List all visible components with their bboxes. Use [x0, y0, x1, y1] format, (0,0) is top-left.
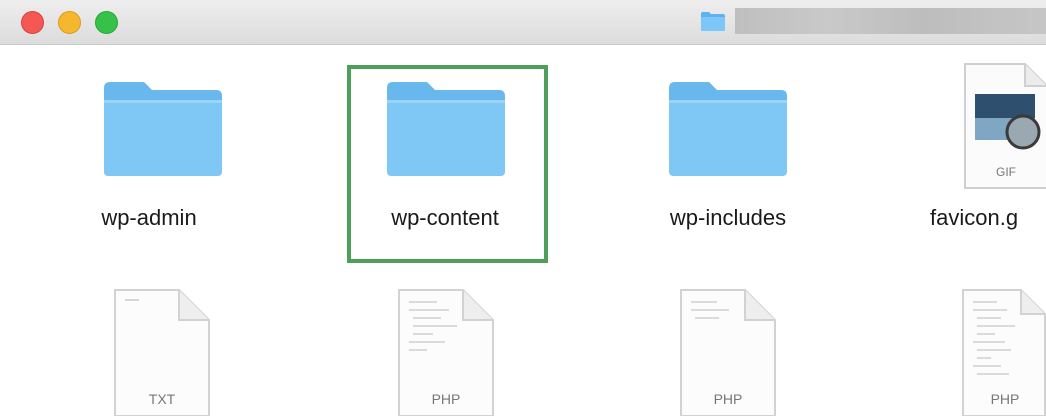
folder-icon: [701, 12, 725, 31]
file-name: wp-includes: [669, 205, 787, 230]
selection-highlight: [347, 65, 548, 263]
php-file-icon[interactable]: PHP: [679, 288, 777, 416]
finder-window: wp-admin wp-content wp-includes GIF favi…: [0, 0, 1046, 416]
file-type-label: PHP: [714, 391, 743, 407]
close-button[interactable]: [21, 11, 44, 34]
php-file-icon[interactable]: PHP: [397, 288, 495, 416]
file-name: favicon.g: [930, 205, 1019, 230]
php-file-icon[interactable]: PHP: [961, 288, 1046, 416]
window-titlebar: [0, 0, 1046, 45]
maximize-button[interactable]: [95, 11, 118, 34]
minimize-button[interactable]: [58, 11, 81, 34]
folder-icon: [104, 82, 222, 176]
txt-file-icon[interactable]: TXT: [113, 288, 211, 416]
gif-image-icon: GIF: [964, 63, 1046, 189]
file-type-label: PHP: [432, 391, 461, 407]
file-type-label: TXT: [149, 391, 176, 407]
path-title-redacted: [735, 8, 1046, 34]
file-name: wp-admin: [101, 205, 197, 230]
file-type-label: PHP: [991, 391, 1020, 407]
file-type-label: GIF: [996, 165, 1016, 179]
folder-icon: [669, 82, 787, 176]
